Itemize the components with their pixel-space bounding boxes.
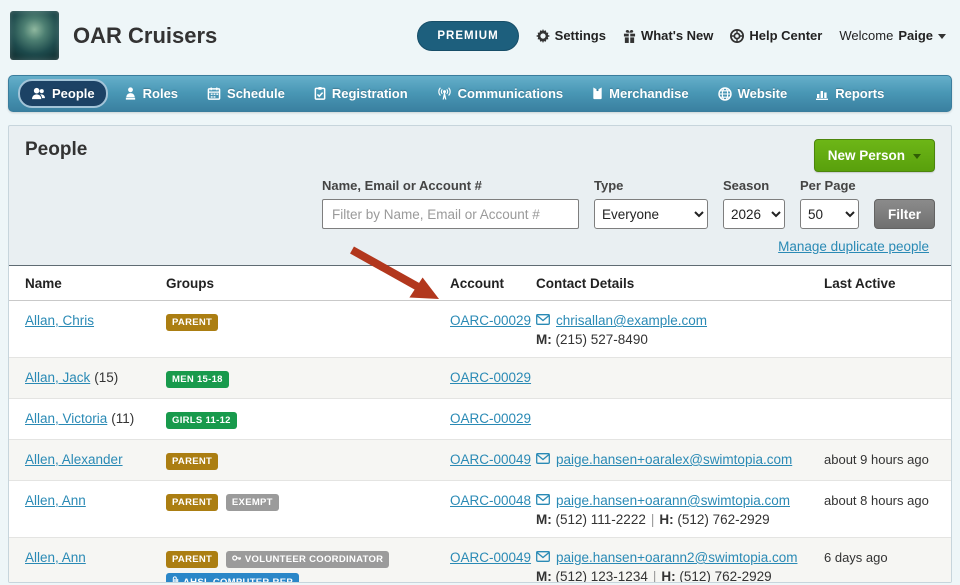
broadcast-icon [437, 87, 452, 100]
group-badge: PARENT [166, 314, 218, 331]
paperclip-icon [172, 576, 179, 583]
premium-button[interactable]: PREMIUM [417, 21, 518, 51]
per-page-select[interactable]: 50 [800, 199, 859, 229]
settings-link[interactable]: Settings [536, 28, 606, 43]
people-panel: People New Person Name, Email or Account… [8, 125, 952, 583]
last-active [824, 358, 951, 399]
role-badge: AHSL COMPUTER REP [166, 573, 299, 583]
search-input[interactable] [322, 199, 579, 229]
last-active [824, 399, 951, 440]
last-active: 6 days ago [824, 538, 951, 584]
nav-tab-roles[interactable]: Roles [111, 79, 191, 108]
caret-down-icon [913, 154, 921, 159]
clipboard-check-icon [314, 87, 326, 100]
season-label: Season [723, 178, 785, 193]
type-select[interactable]: Everyone [594, 199, 708, 229]
filter-bar: Name, Email or Account # Type Everyone S… [9, 172, 951, 229]
team-name: OAR Cruisers [73, 23, 217, 49]
bar-chart-icon [816, 88, 829, 100]
per-page-label: Per Page [800, 178, 859, 193]
group-badge: GIRLS 11-12 [166, 412, 237, 429]
table-row: Allen, Ann PARENT EXEMPT OARC-00048 paig… [9, 481, 951, 538]
col-header-groups: Groups [166, 266, 450, 301]
group-badge: MEN 15-18 [166, 371, 229, 388]
page-title: People [25, 139, 87, 161]
group-badge: PARENT [166, 494, 218, 511]
email-link[interactable]: paige.hansen+oarann2@swimtopia.com [556, 550, 797, 565]
table-header-row: Name Groups Account Contact Details Last… [9, 266, 951, 301]
search-label: Name, Email or Account # [322, 178, 579, 193]
tag-icon [592, 87, 603, 100]
table-row: Allan, Chris PARENT OARC-00029 chrisalla… [9, 301, 951, 358]
people-icon [31, 87, 46, 100]
main-nav: People Roles Schedule Registration Commu… [8, 75, 952, 112]
email-link[interactable]: chrisallan@example.com [556, 313, 707, 328]
nav-tab-reports[interactable]: Reports [803, 79, 897, 108]
account-link[interactable]: OARC-00029 [450, 313, 531, 328]
team-logo [10, 11, 59, 60]
user-name: Paige [898, 28, 933, 43]
nav-tab-registration[interactable]: Registration [301, 79, 421, 108]
key-icon [232, 554, 241, 565]
whats-new-link[interactable]: What's New [623, 28, 713, 43]
account-link[interactable]: OARC-00049 [450, 452, 531, 467]
person-link[interactable]: Allan, Jack [25, 370, 90, 385]
email-link[interactable]: paige.hansen+oaralex@swimtopia.com [556, 452, 792, 467]
account-link[interactable]: OARC-00029 [450, 370, 531, 385]
person-link[interactable]: Allan, Victoria [25, 411, 107, 426]
account-link[interactable]: OARC-00048 [450, 493, 531, 508]
col-header-account: Account [450, 266, 536, 301]
nav-tab-website[interactable]: Website [705, 79, 801, 108]
type-label: Type [594, 178, 708, 193]
group-badge: PARENT [166, 453, 218, 470]
person-link[interactable]: Allen, Alexander [25, 452, 123, 467]
person-age: (15) [94, 370, 118, 385]
nav-tab-schedule[interactable]: Schedule [194, 79, 298, 108]
manage-duplicates-link[interactable]: Manage duplicate people [778, 239, 929, 254]
col-header-last-active: Last Active [824, 266, 951, 301]
envelope-icon [536, 452, 550, 467]
table-row: Allan, Victoria (11) GIRLS 11-12 OARC-000… [9, 399, 951, 440]
col-header-name: Name [9, 266, 166, 301]
envelope-icon [536, 493, 550, 508]
table-row: Allen, Ann PARENT VOLUNTEER COORDINATOR … [9, 538, 951, 584]
group-badge: PARENT [166, 551, 218, 568]
caret-down-icon [938, 34, 946, 39]
account-link[interactable]: OARC-00029 [450, 411, 531, 426]
globe-icon [718, 87, 732, 101]
last-active: about 9 hours ago [824, 440, 951, 481]
envelope-icon [536, 313, 550, 328]
calendar-icon [207, 87, 221, 100]
roles-icon [124, 87, 137, 100]
top-header: OAR Cruisers PREMIUM Settings What's New… [0, 0, 960, 70]
person-link[interactable]: Allan, Chris [25, 313, 94, 328]
table-row: Allan, Jack (15) MEN 15-18 OARC-00029 [9, 358, 951, 399]
person-age: (11) [111, 411, 134, 426]
filter-button[interactable]: Filter [874, 199, 935, 229]
account-link[interactable]: OARC-00049 [450, 550, 531, 565]
nav-tab-people[interactable]: People [18, 79, 108, 108]
header-menu: PREMIUM Settings What's New Help Center … [417, 21, 946, 51]
role-badge: VOLUNTEER COORDINATOR [226, 551, 389, 568]
person-link[interactable]: Allen, Ann [25, 550, 86, 565]
gift-icon [623, 29, 636, 43]
person-link[interactable]: Allen, Ann [25, 493, 86, 508]
table-row: Allen, Alexander PARENT OARC-00049 paige… [9, 440, 951, 481]
group-badge: EXEMPT [226, 494, 279, 511]
user-menu[interactable]: Welcome Paige [839, 28, 946, 43]
email-link[interactable]: paige.hansen+oarann@swimtopia.com [556, 493, 790, 508]
last-active: about 8 hours ago [824, 481, 951, 538]
nav-tab-merchandise[interactable]: Merchandise [579, 79, 701, 108]
people-table: Name Groups Account Contact Details Last… [9, 265, 951, 583]
gear-icon [536, 29, 550, 43]
envelope-icon [536, 550, 550, 565]
nav-tab-communications[interactable]: Communications [424, 79, 576, 108]
help-center-link[interactable]: Help Center [730, 28, 822, 43]
new-person-button[interactable]: New Person [814, 139, 935, 172]
season-select[interactable]: 2026 [723, 199, 785, 229]
col-header-contact: Contact Details [536, 266, 824, 301]
last-active [824, 301, 951, 358]
life-ring-icon [730, 29, 744, 43]
